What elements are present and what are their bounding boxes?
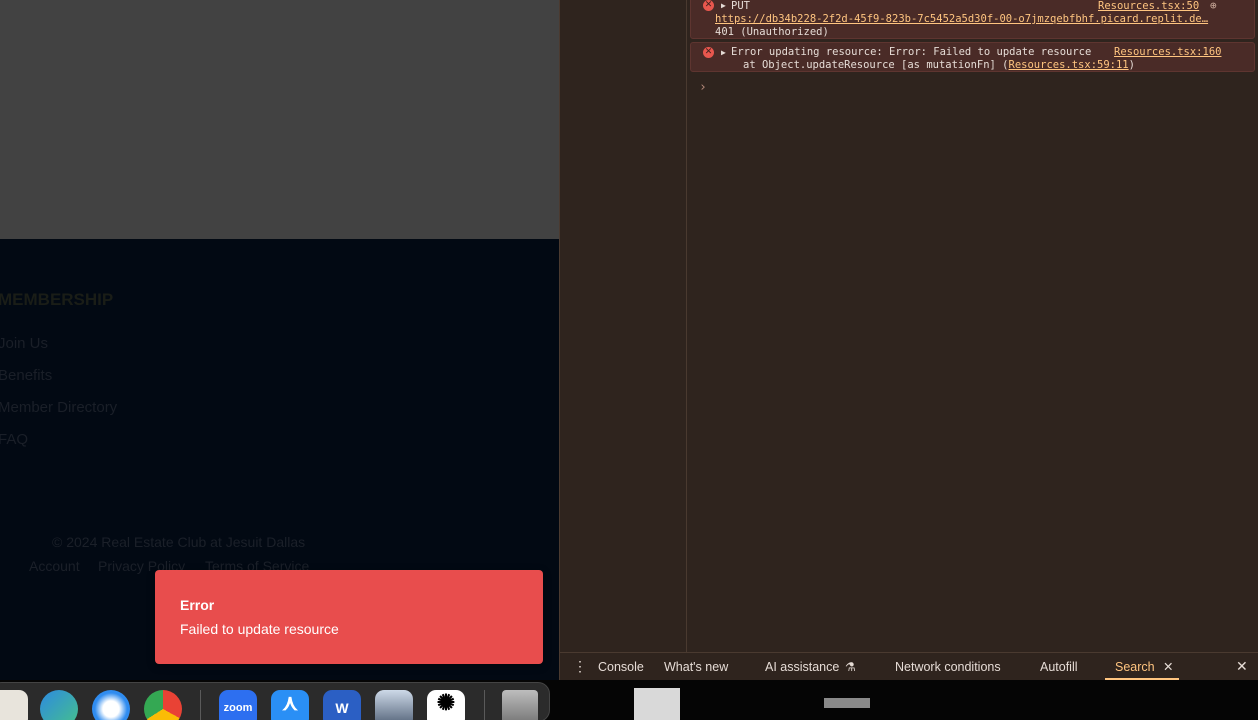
console-error-entry[interactable]: ✕ ▶ PUT Resources.tsx:50 ⊕ https://db34b… (690, 0, 1255, 39)
edge-app-icon[interactable] (40, 690, 78, 720)
tab-ai-assistance[interactable]: AI assistance (765, 660, 839, 674)
chrome-app-icon[interactable] (144, 690, 182, 720)
stack-source-link[interactable]: Resources.tsx:59:11 (1009, 59, 1129, 71)
tab-search[interactable]: Search (1115, 660, 1155, 674)
toast-message: Failed to update resource (180, 621, 339, 637)
console-output: ✕ ▶ PUT Resources.tsx:50 ⊕ https://db34b… (688, 0, 1258, 652)
error-icon: ✕ (703, 0, 714, 11)
error-icon: ✕ (703, 47, 714, 58)
preview-app-icon[interactable] (0, 690, 28, 720)
expand-triangle-icon[interactable]: ▶ (721, 48, 726, 57)
trash-icon[interactable] (502, 690, 538, 720)
error-message: Error updating resource: Error: Failed t… (731, 46, 1092, 58)
app-store-icon[interactable]: ⋏ (271, 690, 309, 720)
footer-link-benefits[interactable]: Benefits (0, 367, 52, 384)
response-status: 401 (Unauthorized) (715, 26, 829, 38)
dock-separator (484, 690, 485, 720)
footer-link-faq[interactable]: FAQ (0, 431, 28, 448)
macos-dock: zoom ⋏ W ✺ (0, 680, 1258, 720)
close-drawer-icon[interactable]: ✕ (1236, 658, 1248, 675)
drawer-menu-icon[interactable]: ⋮ (573, 658, 587, 675)
expand-triangle-icon[interactable]: ▶ (721, 1, 726, 10)
request-method: PUT (731, 0, 750, 12)
footer-heading-membership: MEMBERSHIP (0, 290, 114, 309)
error-toast[interactable]: Error Failed to update resource (155, 570, 543, 664)
tab-console[interactable]: Console (598, 660, 644, 674)
devtools-drawer-tabbar: ⋮ Console What's new AI assistance ⚗ Net… (560, 652, 1258, 680)
console-error-entry[interactable]: ✕ ▶ Error updating resource: Error: Fail… (690, 42, 1255, 72)
safari-app-icon[interactable] (92, 690, 130, 720)
modal-overlay[interactable] (0, 0, 559, 239)
network-icon[interactable]: ⊕ (1210, 0, 1217, 12)
preview-photo-app-icon[interactable] (375, 690, 413, 720)
console-prompt-icon[interactable]: › (699, 80, 707, 95)
chatgpt-app-icon[interactable]: ✺ (427, 690, 465, 720)
window-thumbnail[interactable] (824, 698, 870, 708)
footer-link-member-directory[interactable]: Member Directory (0, 399, 117, 416)
source-link[interactable]: Resources.tsx:160 (1114, 46, 1221, 58)
close-tab-icon[interactable]: ✕ (1163, 659, 1173, 674)
dock-separator (200, 690, 201, 720)
footer-link-account[interactable]: Account (29, 558, 80, 574)
source-link[interactable]: Resources.tsx:50 (1098, 0, 1199, 12)
tab-network-conditions[interactable]: Network conditions (895, 660, 1001, 674)
document-thumbnail[interactable] (634, 688, 680, 720)
tab-whats-new[interactable]: What's new (664, 660, 728, 674)
footer-copyright: © 2024 Real Estate Club at Jesuit Dallas (52, 534, 306, 550)
stack-frame: at Object.updateResource [as mutationFn]… (743, 59, 1135, 71)
zoom-app-icon[interactable]: zoom (219, 690, 257, 720)
toast-title: Error (180, 597, 215, 613)
word-app-icon[interactable]: W (323, 690, 361, 720)
flask-icon: ⚗ (845, 660, 856, 674)
devtools-panel: ✕ ▶ PUT Resources.tsx:50 ⊕ https://db34b… (559, 0, 1258, 680)
console-sidebar (560, 0, 687, 652)
footer-link-join-us[interactable]: Join Us (0, 335, 48, 352)
request-url-link[interactable]: https://db34b228-2f2d-45f9-823b-7c5452a5… (715, 13, 1208, 25)
web-page: MEMBERSHIP Join Us Benefits Member Direc… (0, 0, 559, 680)
tab-autofill[interactable]: Autofill (1040, 660, 1078, 674)
